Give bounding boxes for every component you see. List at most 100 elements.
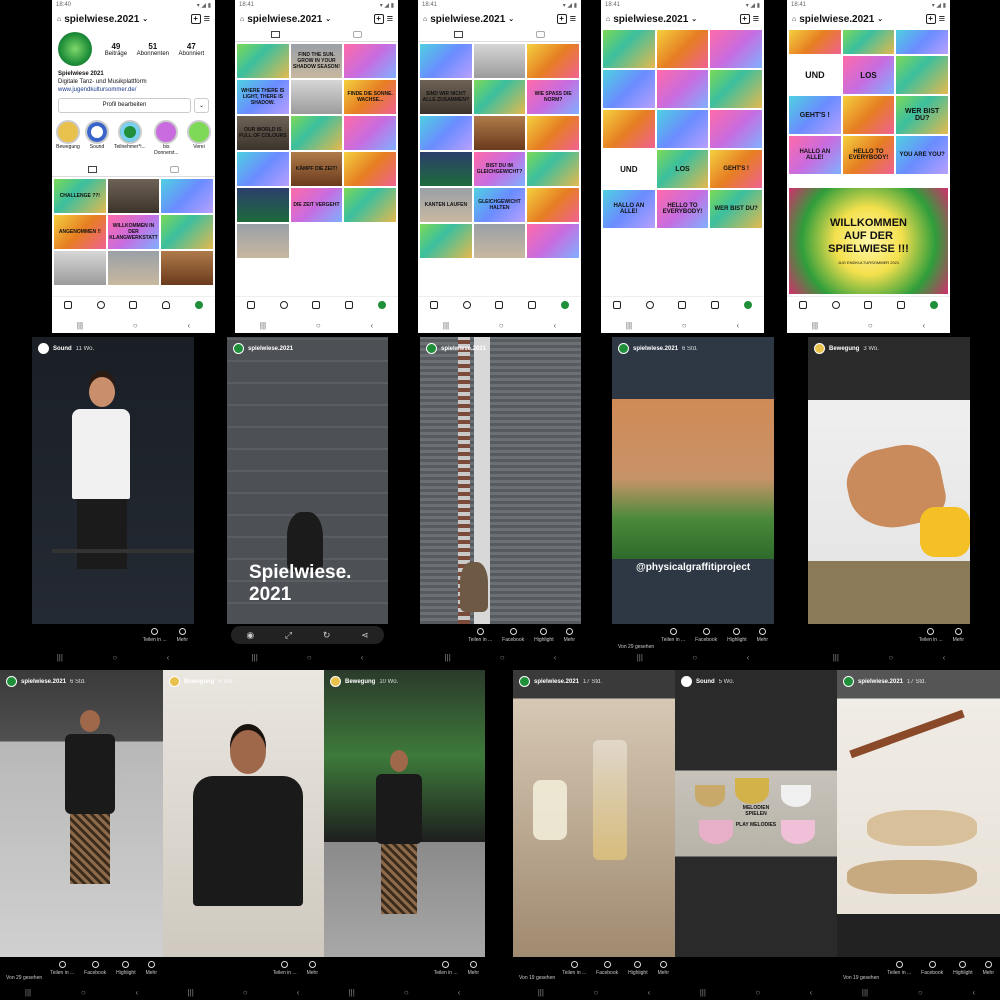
recent-apps-button[interactable]: ||| (700, 988, 706, 997)
search-icon[interactable] (831, 300, 840, 309)
story-video[interactable] (612, 399, 774, 559)
post-tile[interactable] (896, 56, 948, 94)
post-tile[interactable]: KÄMPF DIE ZEIT! (290, 152, 343, 186)
post-tile[interactable] (420, 116, 472, 150)
story-username[interactable]: spielwiese.2021 (633, 346, 678, 352)
highlight-button[interactable]: Highlight (727, 628, 747, 643)
add-post-icon[interactable]: + (739, 14, 750, 24)
post-tile[interactable]: WHERE THERE IS LIGHT, THERE IS SHADOW. (237, 80, 289, 114)
avatar[interactable] (233, 343, 244, 354)
back-button[interactable]: ‹ (972, 988, 975, 997)
home-button[interactable]: ○ (500, 653, 505, 662)
post-tile[interactable]: FINDE DIE SONNE. WACHSE... (344, 80, 396, 114)
story-username[interactable]: Bewegung (345, 679, 375, 685)
recent-apps-button[interactable]: ||| (833, 653, 839, 662)
posts-stat[interactable]: 49 Beiträge (105, 42, 127, 57)
recent-apps-button[interactable]: ||| (57, 653, 63, 662)
profile-icon[interactable] (194, 300, 203, 309)
share-button[interactable]: Teilen in ... (919, 628, 943, 643)
back-button[interactable]: ‹ (554, 653, 557, 662)
post-tile[interactable]: SIND WIR NICHT ALLE ZUSAMMEN? (420, 80, 472, 114)
share-icon[interactable]: ⋖ (361, 630, 369, 641)
highlight-button[interactable]: Highlight (534, 628, 554, 643)
facebook-button[interactable]: Facebook (502, 628, 524, 643)
back-button[interactable]: ‹ (553, 321, 556, 330)
add-icon[interactable] (312, 300, 321, 309)
recent-apps-button[interactable]: ||| (445, 653, 451, 662)
add-post-icon[interactable]: + (925, 14, 936, 24)
account-name[interactable]: spielwiese.2021 (613, 14, 688, 25)
post-tile[interactable]: BIST DU IM GLEICHGEWICHT? (473, 152, 526, 186)
following-stat[interactable]: 47 Abonniert (179, 42, 205, 57)
post-tile[interactable] (237, 224, 289, 258)
story-username[interactable]: spielwiese.2021 (21, 679, 66, 685)
back-button[interactable]: ‹ (361, 653, 364, 662)
back-button[interactable]: ‹ (922, 321, 925, 330)
post-tile[interactable]: HALLO AN ALLE! (603, 190, 655, 228)
post-tile[interactable] (420, 224, 472, 258)
profile-icon[interactable] (743, 300, 752, 309)
chevron-down-icon[interactable]: ⌄ (142, 15, 148, 23)
post-tile[interactable]: DIE ZEIT VERGEHT (290, 188, 343, 222)
avatar[interactable] (519, 676, 530, 687)
back-button[interactable]: ‹ (458, 988, 461, 997)
avatar[interactable] (169, 676, 180, 687)
profile-icon[interactable] (377, 300, 386, 309)
story-username[interactable]: Bewegung (829, 346, 859, 352)
more-button[interactable]: Mehr (177, 628, 188, 643)
recent-apps-button[interactable]: ||| (812, 321, 818, 330)
add-post-icon[interactable]: + (373, 14, 384, 24)
home-icon[interactable] (799, 300, 808, 309)
post-tile[interactable] (344, 116, 396, 150)
avatar[interactable] (681, 676, 692, 687)
post-tile[interactable]: KANTEN LAUFEN (420, 188, 472, 222)
recent-apps-button[interactable]: ||| (188, 988, 194, 997)
highlight-button[interactable]: Highlight (628, 961, 648, 976)
story-username[interactable]: Sound (696, 679, 715, 685)
tab-tagged[interactable] (134, 163, 216, 176)
post-tile[interactable]: UND (789, 56, 841, 94)
heart-icon[interactable] (897, 300, 906, 309)
account-name[interactable]: spielwiese.2021 (430, 14, 505, 25)
home-button[interactable]: ○ (112, 653, 117, 662)
post-tile[interactable] (420, 152, 472, 186)
back-button[interactable]: ‹ (135, 988, 138, 997)
story-username[interactable]: Sound (53, 346, 72, 352)
recent-apps-button[interactable]: ||| (77, 321, 83, 330)
share-button[interactable]: Teilen in ... (143, 628, 167, 643)
share-button[interactable]: Teilen in ... (661, 628, 685, 643)
home-button[interactable]: ○ (682, 321, 687, 330)
viewers-icon[interactable]: ◉ (246, 630, 254, 641)
post-tile[interactable] (527, 152, 579, 186)
tab-tagged[interactable] (500, 28, 582, 41)
add-icon[interactable] (495, 300, 504, 309)
post-tile[interactable] (842, 96, 895, 134)
post-tile[interactable] (603, 70, 655, 108)
heart-icon[interactable] (528, 300, 537, 309)
post-tile[interactable] (237, 152, 289, 186)
recent-apps-button[interactable]: ||| (626, 321, 632, 330)
highlight-bewegung[interactable]: Bewegung (56, 120, 80, 156)
post-tile[interactable] (656, 110, 709, 148)
highlight-verein[interactable]: Verei (187, 120, 211, 156)
heart-icon[interactable] (162, 300, 171, 309)
home-button[interactable]: ○ (243, 988, 248, 997)
tab-grid[interactable] (52, 163, 134, 176)
facebook-button[interactable]: Facebook (921, 961, 943, 976)
avatar[interactable] (330, 676, 341, 687)
post-tile[interactable] (290, 116, 343, 150)
post-tile[interactable]: LOS (656, 150, 709, 188)
account-name[interactable]: spielwiese.2021 (64, 14, 139, 25)
account-name[interactable]: spielwiese.2021 (799, 14, 874, 25)
add-post-icon[interactable]: + (190, 14, 201, 24)
post-tile[interactable]: UND (603, 150, 655, 188)
back-button[interactable]: ‹ (187, 321, 190, 330)
post-tile[interactable] (107, 251, 160, 285)
more-button[interactable]: Mehr (307, 961, 318, 976)
post-tile[interactable] (603, 30, 655, 68)
share-button[interactable]: Teilen in ... (468, 628, 492, 643)
post-tile[interactable]: HELLO TO EVERYBODY! (656, 190, 709, 228)
post-tile[interactable] (527, 116, 579, 150)
post-tile[interactable]: WER BIST DU? (896, 96, 948, 134)
home-button[interactable]: ○ (868, 321, 873, 330)
